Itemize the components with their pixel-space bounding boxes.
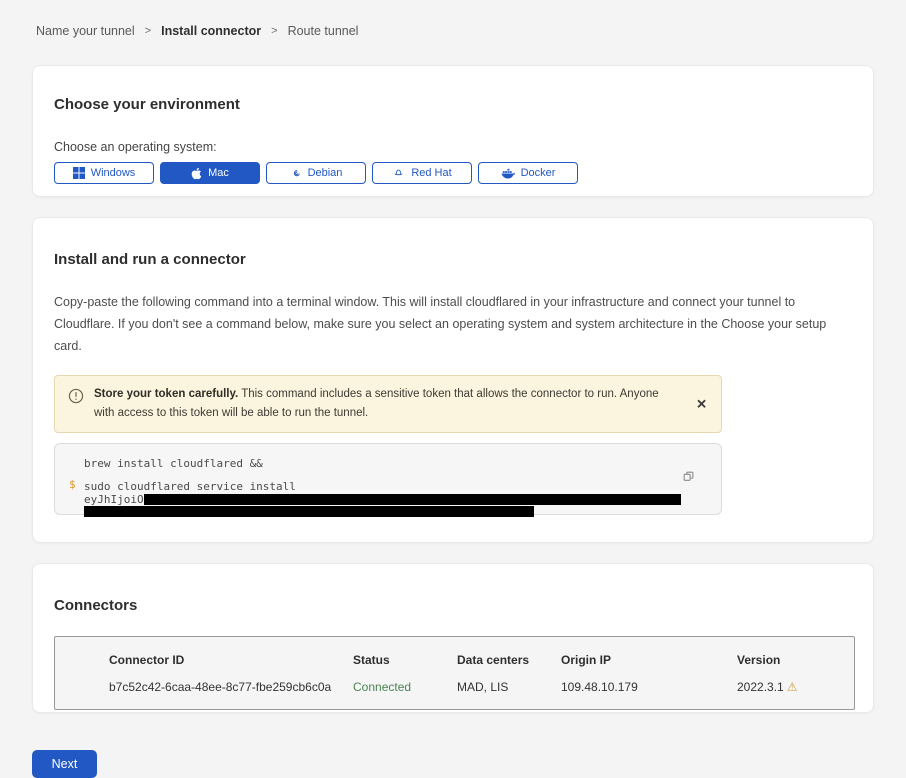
os-button-label: Red Hat: [411, 167, 451, 179]
redhat-icon: [392, 167, 405, 179]
connectors-card: Connectors Connector ID Status Data cent…: [32, 563, 874, 713]
token-warning-banner: Store your token carefully. This command…: [54, 375, 722, 433]
install-connector-card: Install and run a connector Copy-paste t…: [32, 217, 874, 543]
os-button-label: Mac: [208, 167, 229, 179]
token-warning-bold: Store your token carefully.: [94, 388, 238, 400]
docker-icon: [501, 168, 515, 179]
breadcrumb-name-your-tunnel[interactable]: Name your tunnel: [36, 24, 135, 38]
os-button-group: Windows Mac Debian Red Hat: [54, 162, 852, 184]
status-badge: Connected: [353, 680, 457, 694]
close-icon[interactable]: ✕: [696, 397, 707, 410]
connectors-table: Connector ID Status Data centers Origin …: [54, 636, 855, 710]
os-button-debian[interactable]: Debian: [266, 162, 366, 184]
code-line-brew: brew install cloudflared &&: [84, 457, 681, 470]
connector-id-value: b7c52c42-6caa-48ee-8c77-fbe259cb6c0a: [109, 680, 353, 694]
alert-circle-icon: [68, 388, 84, 423]
os-button-docker[interactable]: Docker: [478, 162, 578, 184]
os-button-label: Docker: [521, 167, 556, 179]
version-value: 2022.3.1⚠: [737, 680, 844, 694]
col-header-origin-ip: Origin IP: [561, 653, 737, 667]
connectors-title: Connectors: [54, 597, 853, 614]
os-button-label: Windows: [91, 167, 136, 179]
os-select-label: Choose an operating system:: [54, 140, 852, 154]
breadcrumb-install-connector[interactable]: Install connector: [161, 24, 261, 38]
install-connector-title: Install and run a connector: [54, 251, 852, 268]
choose-environment-title: Choose your environment: [54, 96, 852, 113]
os-button-windows[interactable]: Windows: [54, 162, 154, 184]
windows-icon: [73, 167, 85, 179]
token-prefix: eyJhIjoiO: [84, 493, 144, 506]
install-description: Copy-paste the following command into a …: [54, 292, 849, 358]
redacted-token-bar: [84, 506, 534, 517]
origin-ip-value: 109.48.10.179: [561, 680, 737, 694]
warning-triangle-icon: ⚠: [787, 680, 798, 694]
token-warning-text: Store your token carefully. This command…: [94, 385, 677, 423]
next-button[interactable]: Next: [32, 750, 97, 778]
code-line-token: eyJhIjoiO: [84, 493, 681, 506]
redacted-token-bar: [144, 494, 681, 505]
shell-prompt: $: [69, 478, 76, 491]
apple-icon: [191, 167, 202, 180]
col-header-connector-id: Connector ID: [109, 653, 353, 667]
debian-icon: [290, 167, 302, 179]
copy-icon[interactable]: [682, 470, 695, 483]
os-button-redhat[interactable]: Red Hat: [372, 162, 472, 184]
install-command-codeblock: $ brew install cloudflared && sudo cloud…: [54, 443, 722, 515]
code-line-command: sudo cloudflared service install: [84, 480, 681, 493]
choose-environment-card: Choose your environment Choose an operat…: [32, 65, 874, 197]
os-button-mac[interactable]: Mac: [160, 162, 260, 184]
version-number: 2022.3.1: [737, 680, 784, 694]
breadcrumb: Name your tunnel > Install connector > R…: [0, 0, 906, 38]
col-header-version: Version: [737, 653, 844, 667]
data-centers-value: MAD, LIS: [457, 680, 561, 694]
os-button-label: Debian: [308, 167, 343, 179]
breadcrumb-route-tunnel[interactable]: Route tunnel: [288, 24, 359, 38]
breadcrumb-separator: >: [271, 25, 277, 37]
col-header-status: Status: [353, 653, 457, 667]
breadcrumb-separator: >: [145, 25, 151, 37]
col-header-data-centers: Data centers: [457, 653, 561, 667]
